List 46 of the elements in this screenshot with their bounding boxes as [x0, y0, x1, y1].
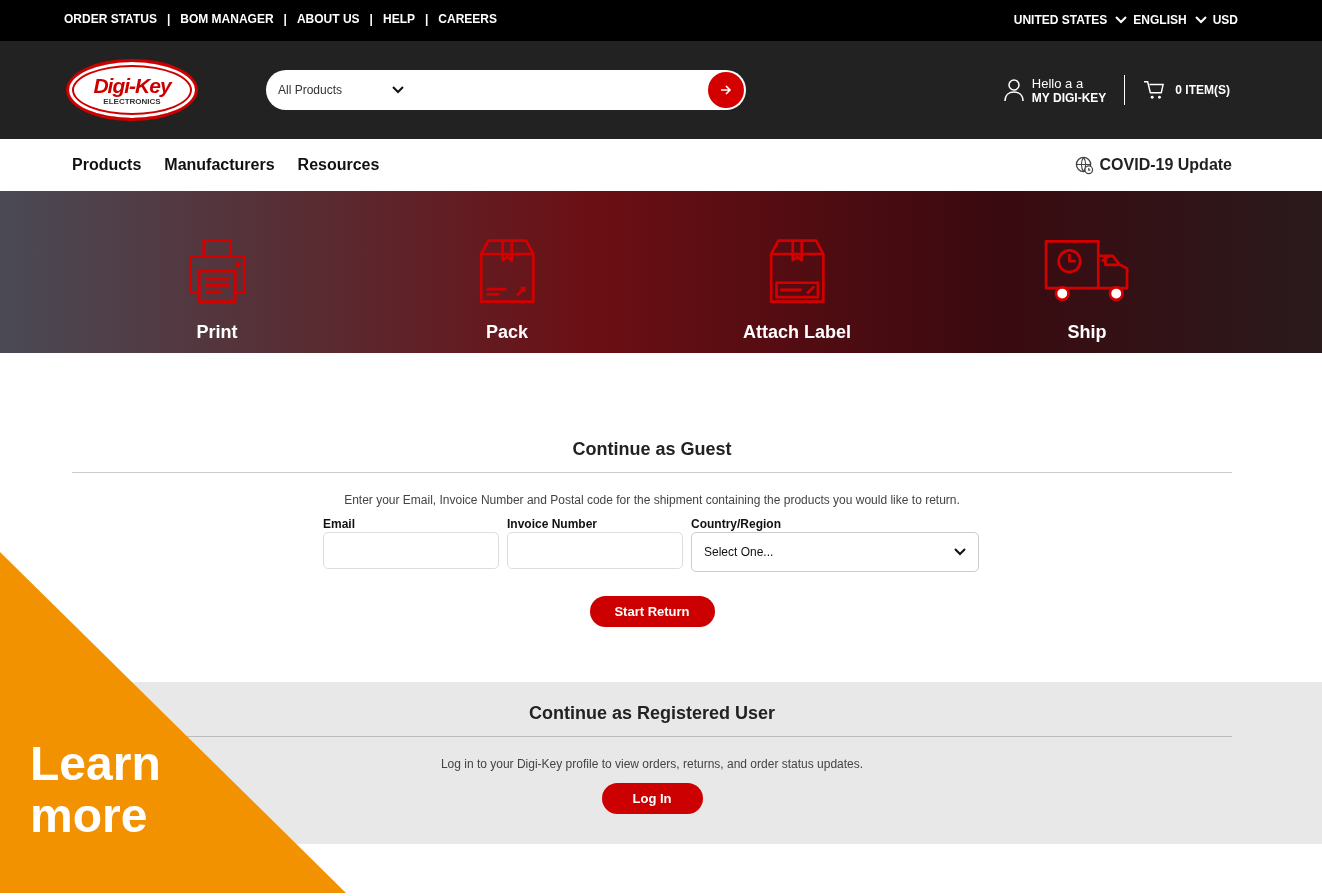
- start-return-button[interactable]: Start Return: [589, 596, 715, 627]
- top-nav-link[interactable]: CAREERS: [438, 12, 498, 26]
- top-nav-link[interactable]: ORDER STATUS: [64, 12, 157, 26]
- field-label: Country/Region: [691, 517, 782, 531]
- section-title: Continue as Guest: [571, 439, 733, 461]
- instruction-text: Log in to your Digi-Key profile to view orders, returns, and order status updates.: [439, 757, 865, 771]
- step-label: Print: [196, 322, 238, 343]
- step-label: Attach Label: [743, 322, 851, 343]
- instruction-text: Enter your Email, Invoice Number and Postal code for the shipment containing the products you would like to return.: [343, 493, 961, 507]
- globe-icon: [1074, 155, 1094, 175]
- chevron-down-icon: [954, 548, 966, 556]
- log-in-button[interactable]: Log In: [601, 783, 703, 814]
- chevron-down-icon: [1194, 16, 1207, 24]
- field-label: Email: [323, 517, 356, 531]
- chevron-down-icon: [392, 86, 405, 94]
- step-label: Ship: [1067, 322, 1107, 343]
- search-field[interactable]: All Products: [266, 70, 746, 110]
- input-field[interactable]: [507, 532, 683, 569]
- input-field[interactable]: [323, 532, 499, 569]
- category-dropdown[interactable]: All Products: [278, 83, 405, 97]
- top-nav-link[interactable]: ABOUT US: [296, 12, 360, 26]
- account-link[interactable]: Hello a a MY DIGI-KEY: [1003, 75, 1107, 105]
- top-nav-link[interactable]: BOM MANAGER: [180, 12, 274, 26]
- locale-selector[interactable]: ENGLISH: [1133, 13, 1207, 27]
- separator-text: |: [166, 12, 171, 26]
- main-nav-link[interactable]: Products: [72, 156, 142, 174]
- covid-update-link[interactable]: COVID-19 Update: [1074, 155, 1232, 175]
- section-title: Continue as Registered User: [527, 703, 777, 725]
- separator-text: |: [425, 12, 429, 26]
- logo[interactable]: Digi-Key ELECTRONICS: [66, 59, 198, 121]
- arrow-right-icon: [720, 84, 732, 96]
- step-label: Pack: [485, 322, 528, 343]
- search-button[interactable]: [708, 72, 744, 108]
- chevron-down-icon: [1115, 16, 1128, 24]
- cart-link[interactable]: 0 ITEM(S): [1143, 80, 1230, 100]
- locale-selector[interactable]: USD: [1212, 13, 1238, 27]
- top-nav-link[interactable]: HELP: [382, 12, 415, 26]
- locale-selector[interactable]: UNITED STATES: [1013, 13, 1128, 27]
- separator-text: |: [369, 12, 373, 26]
- country-dropdown[interactable]: Select One...: [691, 532, 979, 572]
- main-nav-link[interactable]: Resources: [297, 156, 380, 174]
- cart-icon: [1143, 80, 1166, 100]
- user-icon: [1003, 78, 1024, 102]
- main-nav-link[interactable]: Manufacturers: [164, 156, 275, 174]
- separator-text: |: [283, 12, 287, 26]
- field-label: Invoice Number: [507, 517, 599, 531]
